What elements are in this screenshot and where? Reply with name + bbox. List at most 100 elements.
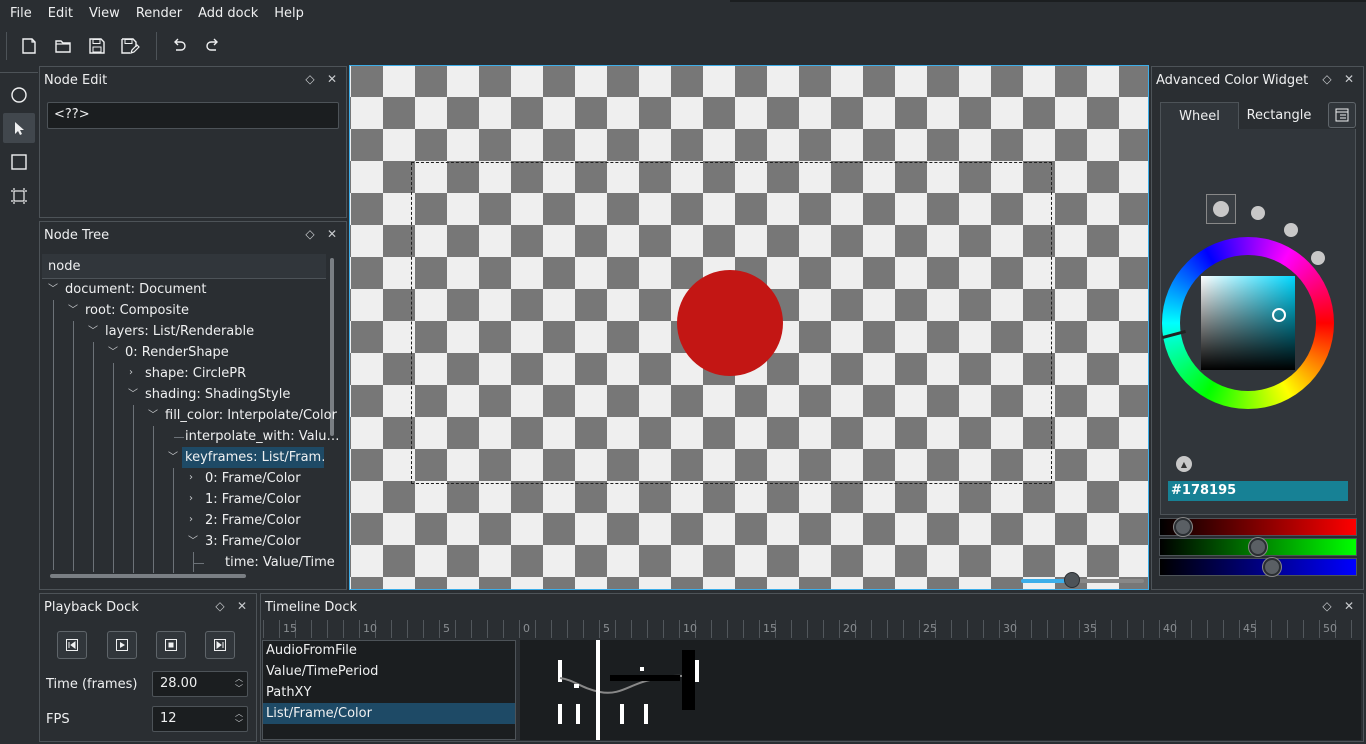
expand-arrow-icon[interactable]: ﹀ [128, 390, 138, 400]
tree-item[interactable]: fill_color: Interpolate/Color [165, 405, 337, 426]
collapse-arrow-icon[interactable]: › [189, 515, 199, 525]
track-item[interactable]: PathXY [263, 682, 515, 703]
collapse-arrow-icon[interactable]: › [189, 494, 199, 504]
color-picker-handle[interactable] [1272, 308, 1286, 322]
float-icon[interactable]: ◇ [1319, 71, 1335, 87]
track-item-selected[interactable]: List/Frame/Color [263, 703, 515, 724]
ellipse-tool-icon[interactable] [3, 80, 35, 110]
preset-dot[interactable] [1213, 201, 1229, 217]
track-area[interactable] [520, 640, 1361, 740]
expand-arrow-icon[interactable]: ﹀ [168, 453, 178, 463]
float-icon[interactable]: ◇ [302, 71, 318, 87]
fps-spinbox[interactable]: 12 ︿ ﹀ [152, 706, 248, 732]
panel-title: Advanced Color Widget [1156, 73, 1309, 88]
close-icon[interactable]: ✕ [1341, 71, 1357, 87]
node-tree-panel: Node Tree ◇ ✕ node ﹀ document: Document … [39, 221, 347, 590]
tree-item[interactable]: shape: CirclePR [145, 363, 246, 384]
tree-item[interactable]: root: Composite [85, 300, 189, 321]
blue-slider[interactable] [1159, 558, 1357, 576]
circle-shape[interactable] [677, 270, 783, 376]
float-icon[interactable]: ◇ [1319, 598, 1335, 614]
saturation-value-square[interactable] [1201, 276, 1295, 370]
skip-to-end-button[interactable] [205, 631, 235, 659]
menu-bar: File Edit View Render Add dock Help [0, 0, 1366, 28]
rectangle-tool-icon[interactable] [3, 147, 35, 177]
preset-dot[interactable] [1251, 206, 1265, 220]
close-icon[interactable]: ✕ [324, 226, 340, 242]
tab-rectangle[interactable]: Rectangle [1239, 102, 1319, 130]
skip-to-start-icon [66, 639, 78, 651]
zoom-slider-handle[interactable] [1064, 572, 1080, 588]
stop-button[interactable] [156, 631, 186, 659]
spin-arrows-icon[interactable]: ︿ ﹀ [235, 674, 243, 694]
menu-help[interactable]: Help [266, 0, 312, 28]
close-icon[interactable]: ✕ [1341, 598, 1357, 614]
menu-file[interactable]: File [2, 0, 40, 28]
eyedropper-icon[interactable]: ▲ [1176, 456, 1192, 472]
tree-header[interactable]: node [42, 254, 326, 279]
hex-input[interactable]: #178195 [1168, 481, 1348, 501]
collapse-arrow-icon[interactable]: › [189, 473, 199, 483]
horizontal-scrollbar[interactable] [50, 574, 246, 578]
close-icon[interactable]: ✕ [324, 71, 340, 87]
tree-item[interactable]: time: Value/Time [225, 552, 335, 573]
new-file-icon[interactable] [14, 30, 44, 62]
menu-render[interactable]: Render [128, 0, 190, 28]
undo-icon[interactable] [164, 30, 194, 62]
menu-view[interactable]: View [81, 0, 128, 28]
expand-arrow-icon[interactable]: ﹀ [48, 285, 58, 295]
tree-item[interactable]: shading: ShadingStyle [145, 384, 290, 405]
time-spinbox[interactable]: 28.00 ︿ ﹀ [152, 671, 248, 697]
menu-edit[interactable]: Edit [40, 0, 81, 28]
expand-arrow-icon[interactable]: ﹀ [188, 537, 198, 547]
timeline-ruler[interactable] [263, 620, 1361, 638]
blue-slider-handle[interactable] [1263, 558, 1281, 576]
select-tool-icon[interactable] [3, 113, 35, 143]
tree-item[interactable]: layers: List/Renderable [105, 321, 254, 342]
tree-item[interactable]: 0: Frame/Color [205, 468, 301, 489]
tab-wheel[interactable]: Wheel [1160, 102, 1239, 130]
tick-label: 35 [1083, 622, 1097, 635]
tree-item[interactable]: interpolate_with: Valu… [185, 426, 339, 447]
tick-label: 15 [283, 622, 297, 635]
expand-arrow-icon[interactable]: ﹀ [108, 348, 118, 358]
float-icon[interactable]: ◇ [302, 226, 318, 242]
tree-item[interactable]: 1: Frame/Color [205, 489, 301, 510]
tree-item[interactable]: document: Document [65, 279, 206, 300]
skip-to-start-button[interactable] [57, 631, 87, 659]
red-slider-handle[interactable] [1174, 518, 1192, 536]
play-icon [116, 639, 128, 651]
menu-add-dock[interactable]: Add dock [190, 0, 266, 28]
render-canvas[interactable] [349, 65, 1149, 590]
play-button[interactable] [107, 631, 137, 659]
close-icon[interactable]: ✕ [234, 598, 250, 614]
toolbar [0, 30, 1366, 64]
tick-label: 5 [443, 622, 450, 635]
track-item[interactable]: Value/TimePeriod [263, 661, 515, 682]
panel-title: Node Tree [44, 228, 110, 243]
spin-arrows-icon[interactable]: ︿ ﹀ [235, 709, 243, 729]
green-slider-handle[interactable] [1249, 538, 1267, 556]
expand-arrow-icon[interactable]: ﹀ [88, 327, 98, 337]
color-menu-button[interactable] [1328, 102, 1356, 128]
tick-label: 30 [1003, 622, 1017, 635]
track-item[interactable]: AudioFromFile [263, 640, 515, 661]
expand-arrow-icon[interactable]: ﹀ [148, 411, 158, 421]
save-as-icon[interactable] [115, 30, 145, 62]
save-icon[interactable] [82, 30, 112, 62]
preset-dot[interactable] [1284, 223, 1298, 237]
preset-dot[interactable] [1311, 251, 1325, 265]
track-content [558, 640, 699, 740]
tree-item-selected[interactable]: keyframes: List/Fram… [182, 447, 324, 468]
tree-item[interactable]: 2: Frame/Color [205, 510, 301, 531]
redo-icon[interactable] [198, 30, 228, 62]
expand-arrow-icon[interactable]: ﹀ [68, 306, 78, 316]
open-folder-icon[interactable] [48, 30, 78, 62]
collapse-arrow-icon[interactable]: › [129, 368, 139, 378]
node-value-field[interactable]: <??> [47, 102, 339, 129]
tree-item[interactable]: 3: Frame/Color [205, 531, 301, 552]
tree-item[interactable]: 0: RenderShape [125, 342, 229, 363]
float-icon[interactable]: ◇ [212, 598, 228, 614]
align-tool-icon[interactable] [3, 181, 35, 211]
time-label: Time (frames) [46, 677, 138, 692]
